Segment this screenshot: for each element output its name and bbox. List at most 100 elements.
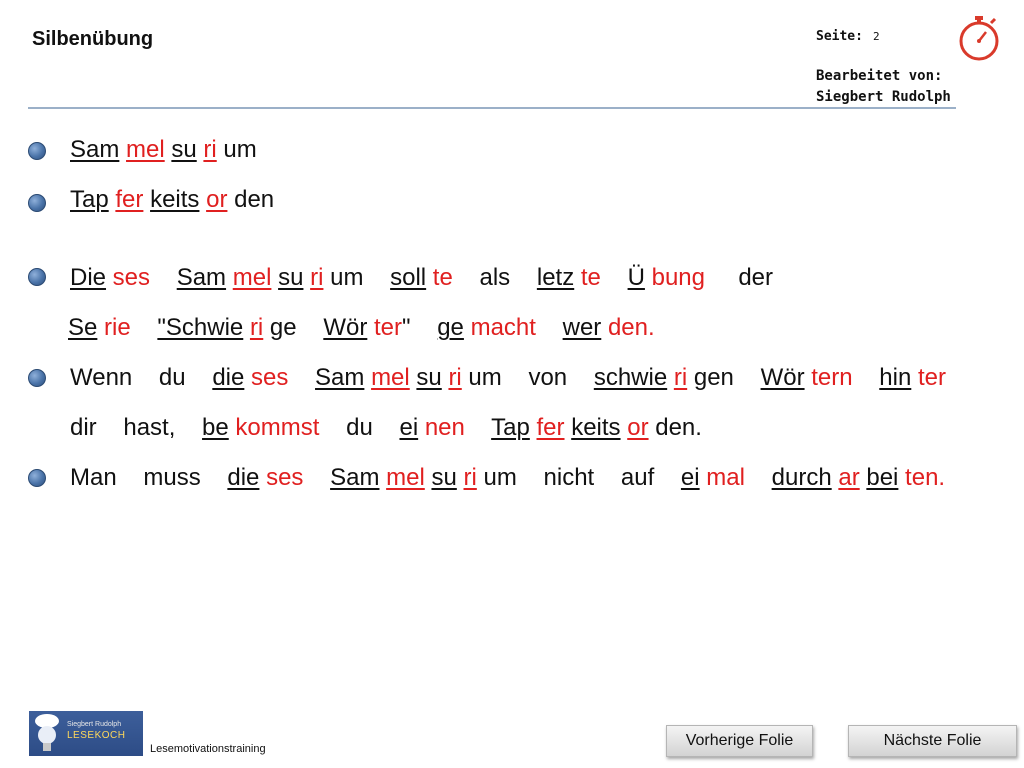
syllable-text: [243, 314, 250, 341]
syllable-underlined: mel: [371, 364, 410, 391]
syllable-text: [601, 264, 628, 291]
syllable-text: nen: [418, 414, 465, 441]
syllable-text: den.: [601, 314, 655, 341]
syllable-underlined: Sam: [176, 264, 227, 291]
syllable-underlined: Se: [68, 314, 98, 341]
stopwatch-icon[interactable]: [955, 14, 1003, 62]
syllable-text: kommst: [228, 414, 320, 441]
syllable-underlined: ar: [838, 464, 860, 491]
syllable-text: ter: [367, 314, 402, 341]
syllable-underlined: Sam: [315, 364, 365, 391]
syllable-underlined: Die: [70, 264, 107, 291]
syllable-text: tern: [804, 364, 853, 391]
syllable-underlined: letz: [536, 264, 575, 291]
syllable-underlined: "Schwie: [157, 314, 244, 341]
edited-by: Bearbeitet von: Siegbert Rudolph: [816, 66, 951, 108]
syllable-underlined: Sam: [330, 464, 380, 491]
syllable-text: [150, 264, 177, 291]
syllable-underlined: bei: [866, 464, 899, 491]
syllable-underlined: ge: [437, 314, 464, 341]
syllable-text: dir hast,: [70, 414, 203, 441]
syllable-text: du: [319, 414, 400, 441]
syllable-line: Wenn du die ses Sam mel su ri um von sch…: [70, 364, 946, 392]
syllable-text: ": [402, 314, 438, 341]
page-label: Seite:: [816, 29, 863, 44]
page-number: 2: [873, 30, 880, 43]
syllable-text: der: [704, 264, 774, 291]
syllable-text: [288, 364, 315, 391]
syllable-underlined: wer: [562, 314, 602, 341]
lesekoch-logo: Siegbert Rudolph LESEKOCH: [29, 711, 143, 756]
syllable-text: [131, 314, 158, 341]
syllable-underlined: su: [431, 464, 457, 491]
syllable-underlined: ri: [203, 136, 217, 163]
syllable-line: Die ses Sam mel su ri um soll te als let…: [70, 264, 773, 292]
syllable-underlined: mel: [386, 464, 425, 491]
syllable-text: [667, 364, 674, 391]
syllable-underlined: su: [278, 264, 304, 291]
bullet-icon: [28, 142, 46, 160]
syllable-text: [530, 414, 537, 441]
syllable-text: ten.: [898, 464, 946, 491]
syllable-text: [853, 364, 880, 391]
syllable-underlined: ri: [673, 364, 688, 391]
edited-by-label: Bearbeitet von:: [816, 68, 943, 84]
syllable-underlined: su: [416, 364, 442, 391]
syllable-text: te: [574, 264, 601, 291]
syllable-underlined: Wör: [323, 314, 368, 341]
syllable-underlined: su: [171, 136, 197, 163]
syllable-text: Man muss: [70, 464, 228, 491]
syllable-underlined: ri: [310, 264, 324, 291]
syllable-underlined: ri: [463, 464, 477, 491]
syllable-line: Se rie "Schwie ri ge Wör ter" ge macht w…: [68, 314, 655, 342]
logo-author: Siegbert Rudolph: [67, 721, 122, 728]
edited-by-name: Siegbert Rudolph: [816, 89, 951, 105]
syllable-line: Man muss die ses Sam mel su ri um nicht …: [70, 464, 945, 492]
syllable-underlined: ei: [399, 414, 419, 441]
syllable-underlined: fer: [536, 414, 565, 441]
syllable-underlined: ri: [249, 314, 264, 341]
syllable-text: mal: [699, 464, 745, 491]
logo-brand: LESEKOCH: [67, 730, 126, 741]
syllable-underlined: or: [627, 414, 649, 441]
syllable-underlined: soll: [390, 264, 427, 291]
bullet-icon: [28, 194, 46, 212]
syllable-underlined: ei: [680, 464, 700, 491]
syllable-text: [536, 314, 563, 341]
header-divider: [28, 107, 956, 109]
footer-tagline: Lesemotivationstraining: [150, 743, 266, 755]
syllable-text: um: [216, 136, 257, 163]
syllable-underlined: schwie: [593, 364, 668, 391]
syllable-underlined: mel: [126, 136, 165, 163]
syllable-text: ses: [106, 264, 151, 291]
syllable-text: um: [323, 264, 391, 291]
syllable-text: [303, 464, 330, 491]
syllable-line: Sam mel su ri um: [70, 136, 257, 164]
syllable-line: dir hast, be kommst du ei nen Tap fer ke…: [70, 414, 702, 442]
syllable-text: ses: [259, 464, 304, 491]
next-slide-button[interactable]: Nächste Folie: [848, 725, 1017, 757]
syllable-underlined: Tap: [491, 414, 530, 441]
syllable-underlined: die: [227, 464, 260, 491]
syllable-underlined: Tap: [70, 186, 109, 213]
syllable-text: gen: [687, 364, 761, 391]
syllable-text: um nicht auf: [476, 464, 681, 491]
syllable-text: um von: [461, 364, 594, 391]
syllable-text: [465, 414, 491, 441]
syllable-underlined: ri: [448, 364, 462, 391]
syllable-text: [226, 264, 233, 291]
syllable-underlined: durch: [771, 464, 832, 491]
syllable-text: ses: [244, 364, 289, 391]
previous-slide-button[interactable]: Vorherige Folie: [666, 725, 813, 757]
chef-lightbulb-icon: [35, 714, 59, 751]
syllable-underlined: hin: [879, 364, 912, 391]
bullet-icon: [28, 268, 46, 286]
syllable-text: bung: [644, 264, 705, 291]
syllable-underlined: keits: [150, 186, 200, 213]
slide-title: Silbenübung: [32, 28, 154, 50]
syllable-text: den: [227, 186, 275, 213]
syllable-underlined: be: [202, 414, 229, 441]
syllable-underlined: keits: [571, 414, 621, 441]
syllable-text: Wenn du: [70, 364, 213, 391]
syllable-underlined: Sam: [70, 136, 120, 163]
